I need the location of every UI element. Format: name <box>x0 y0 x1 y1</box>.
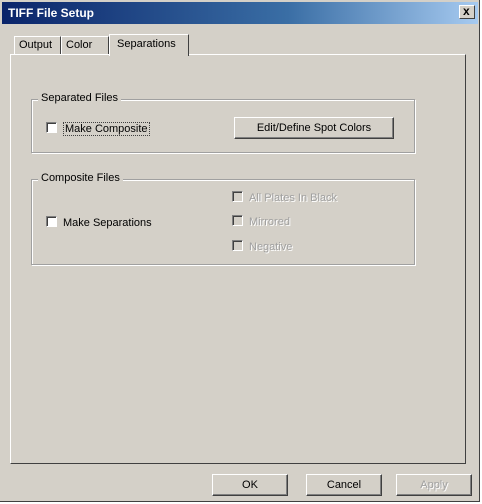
tab-output[interactable]: Output <box>14 36 61 54</box>
separated-files-legend: Separated Files <box>38 92 122 104</box>
title-bar[interactable]: TIFF File Setup x <box>2 2 478 24</box>
make-composite-checkbox[interactable]: Make Composite <box>46 122 150 136</box>
all-plates-in-black-label: All Plates In Black <box>249 192 338 204</box>
all-plates-in-black-checkbox[interactable]: All Plates In Black <box>232 191 337 204</box>
edit-define-spot-colors-button[interactable]: Edit/Define Spot Colors <box>234 117 394 139</box>
close-button[interactable]: x <box>459 4 475 19</box>
tab-color[interactable]: Color <box>61 36 109 54</box>
make-composite-check-box[interactable] <box>46 122 57 133</box>
apply-button[interactable]: Apply <box>396 474 472 496</box>
make-separations-check-box[interactable] <box>46 216 57 227</box>
negative-checkbox[interactable]: Negative <box>232 240 292 253</box>
mirrored-checkbox[interactable]: Mirrored <box>232 215 290 228</box>
tab-separations[interactable]: Separations <box>109 34 189 56</box>
make-composite-label: Make Composite <box>63 122 150 136</box>
mirrored-label: Mirrored <box>249 216 290 228</box>
composite-files-group: Composite Files Make Separations All Pla… <box>31 172 415 265</box>
all-plates-in-black-check-box[interactable] <box>232 191 243 202</box>
make-separations-checkbox[interactable]: Make Separations <box>46 216 152 229</box>
separations-panel: Separated Files Make Composite Edit/Defi… <box>10 54 466 464</box>
separated-files-group: Separated Files Make Composite Edit/Defi… <box>31 92 415 153</box>
negative-label: Negative <box>249 241 293 253</box>
ok-button[interactable]: OK <box>212 474 288 496</box>
cancel-button[interactable]: Cancel <box>306 474 382 496</box>
window-title: TIFF File Setup <box>8 6 94 20</box>
close-icon: x <box>463 4 470 18</box>
tiff-file-setup-dialog: TIFF File Setup x Output Color Separatio… <box>0 0 480 502</box>
negative-check-box[interactable] <box>232 240 243 251</box>
mirrored-check-box[interactable] <box>232 215 243 226</box>
make-separations-label: Make Separations <box>63 217 152 229</box>
composite-files-legend: Composite Files <box>38 172 123 184</box>
